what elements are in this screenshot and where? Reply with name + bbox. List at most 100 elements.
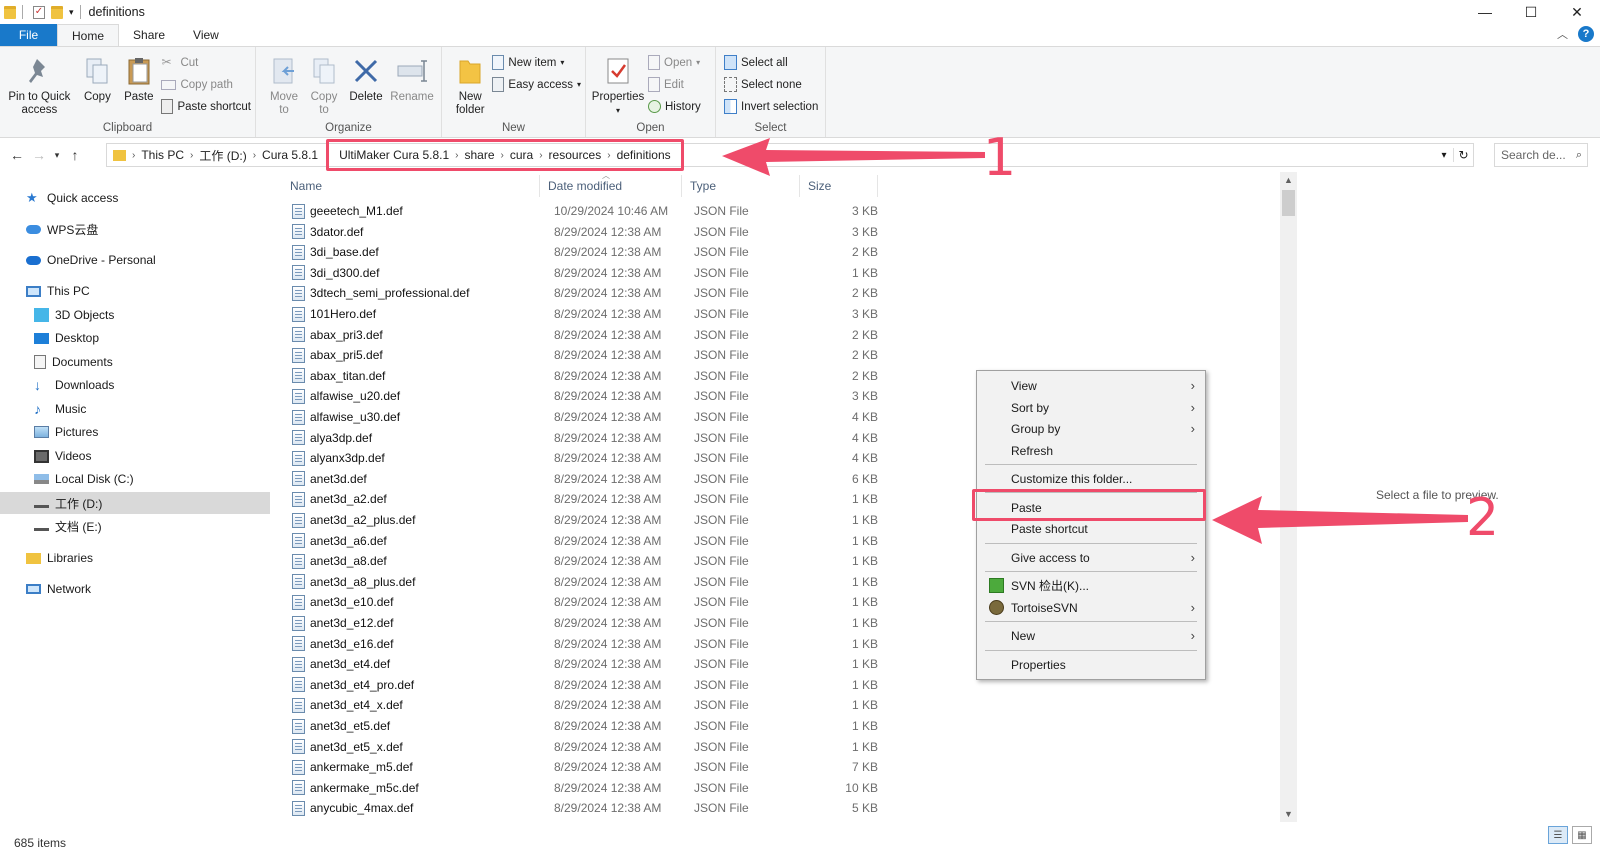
file-row[interactable]: anet3d.def 8/29/2024 12:38 AM JSON File 6 K…	[282, 469, 882, 489]
copy-path-button[interactable]: Copy path	[161, 75, 251, 94]
back-icon[interactable]: ←	[6, 147, 28, 163]
breadcrumb-resources[interactable]: resources	[545, 148, 606, 162]
up-icon[interactable]: ↑	[64, 147, 86, 163]
breadcrumb-ultimaker-cura[interactable]: UltiMaker Cura 5.8.1	[335, 148, 453, 162]
file-row[interactable]: anet3d_e16.def 8/29/2024 12:38 AM JSON Fil…	[282, 634, 882, 654]
sidebar-item-downloads[interactable]: ↓ Downloads	[34, 374, 114, 396]
sidebar-item-libraries[interactable]: Libraries	[26, 547, 93, 569]
sidebar-item-quick-access[interactable]: ★ Quick access	[26, 187, 118, 209]
file-row[interactable]: 3di_d300.def 8/29/2024 12:38 AM JSON File 1…	[282, 263, 882, 283]
sidebar-item-this-pc[interactable]: This PC	[26, 280, 90, 302]
new-folder-button[interactable]: New folder	[452, 51, 488, 119]
sidebar-item-videos[interactable]: Videos	[34, 445, 91, 467]
easy-access-button[interactable]: Easy access ▾	[492, 75, 581, 94]
breadcrumb-cura[interactable]: Cura 5.8.1	[258, 148, 322, 162]
cut-button[interactable]: ✂ Cut	[161, 53, 251, 72]
file-row[interactable]: geeetech_M1.def 10/29/2024 10:46 AM JSON F…	[282, 201, 882, 221]
file-row[interactable]: abax_titan.def 8/29/2024 12:38 AM JSON Fil…	[282, 366, 882, 386]
column-header-type[interactable]: Type	[682, 175, 800, 197]
menu-item-tortoisesvn[interactable]: TortoiseSVN ›	[979, 597, 1203, 618]
menu-item-sort-by[interactable]: Sort by ›	[979, 397, 1203, 418]
sidebar-item-onedrive[interactable]: OneDrive - Personal	[26, 249, 156, 271]
customize-quick-access-icon[interactable]: ▾	[69, 7, 74, 18]
sidebar-item-network[interactable]: Network	[26, 578, 91, 600]
file-row[interactable]: 3di_base.def 8/29/2024 12:38 AM JSON File 2…	[282, 242, 882, 262]
copy-to-button[interactable]: Copy to	[306, 51, 342, 119]
file-row[interactable]: anet3d_a2.def 8/29/2024 12:38 AM JSON File…	[282, 489, 882, 509]
file-row[interactable]: anet3d_e10.def 8/29/2024 12:38 AM JSON Fil…	[282, 592, 882, 612]
close-button[interactable]: ✕	[1554, 0, 1600, 24]
menu-item-new[interactable]: New ›	[979, 625, 1203, 646]
sidebar-item-local-disk-c[interactable]: Local Disk (C:)	[34, 468, 134, 490]
file-list-scrollbar[interactable]: ▲ ▼	[1280, 172, 1297, 822]
column-header-size[interactable]: Size	[800, 175, 878, 197]
sidebar-item-drive-d[interactable]: 工作 (D:)	[0, 492, 270, 514]
file-row[interactable]: anycubic_4max.def 8/29/2024 12:38 AM JSON …	[282, 798, 882, 818]
file-row[interactable]: alya3dp.def 8/29/2024 12:38 AM JSON File 4 …	[282, 428, 882, 448]
recent-locations-icon[interactable]: ▾	[50, 150, 64, 161]
copy-button[interactable]: Copy	[79, 51, 116, 106]
properties-quick-icon[interactable]: ✓	[33, 5, 45, 19]
file-row[interactable]: anet3d_et5_x.def 8/29/2024 12:38 AM JSON F…	[282, 737, 882, 757]
details-view-icon[interactable]: ☰	[1548, 826, 1568, 844]
large-icons-view-icon[interactable]: ▦	[1572, 826, 1592, 844]
sidebar-item-documents[interactable]: Documents	[34, 351, 113, 373]
sidebar-item-pictures[interactable]: Pictures	[34, 421, 98, 443]
history-button[interactable]: History	[648, 97, 701, 116]
collapse-ribbon-icon[interactable]: ︿	[1557, 26, 1568, 42]
forward-icon[interactable]: →	[28, 147, 50, 163]
menu-item-paste-shortcut[interactable]: Paste shortcut	[979, 518, 1203, 539]
sidebar-item-music[interactable]: ♪ Music	[34, 398, 86, 420]
scroll-down-icon[interactable]: ▼	[1280, 806, 1297, 822]
column-header-name[interactable]: Name	[282, 175, 540, 197]
paste-shortcut-button[interactable]: Paste shortcut	[161, 97, 251, 116]
search-input[interactable]: Search de... ⌕	[1494, 143, 1588, 167]
address-bar[interactable]: › This PC › 工作 (D:) › Cura 5.8.1 UltiMak…	[106, 139, 1474, 171]
tab-share[interactable]: Share	[119, 24, 179, 46]
menu-item-properties[interactable]: Properties	[979, 654, 1203, 675]
breadcrumb-definitions[interactable]: definitions	[613, 148, 675, 162]
breadcrumb-share[interactable]: share	[460, 148, 498, 162]
maximize-button[interactable]: ☐	[1508, 0, 1554, 24]
breadcrumb-this-pc[interactable]: This PC	[137, 148, 188, 162]
properties-button[interactable]: Properties ▾	[592, 51, 644, 119]
edit-button[interactable]: Edit	[648, 75, 701, 94]
select-all-button[interactable]: Select all	[724, 53, 818, 72]
menu-item-view[interactable]: View ›	[979, 375, 1203, 396]
new-folder-quick-icon[interactable]	[51, 5, 63, 19]
sidebar-item-desktop[interactable]: Desktop	[34, 327, 99, 349]
minimize-button[interactable]: —	[1462, 0, 1508, 24]
file-row[interactable]: anet3d_a8.def 8/29/2024 12:38 AM JSON File…	[282, 551, 882, 571]
sidebar-item-3d-objects[interactable]: 3D Objects	[34, 304, 114, 326]
sidebar-item-drive-e[interactable]: 文档 (E:)	[34, 515, 102, 537]
column-header-date[interactable]: Date modified	[540, 175, 682, 197]
new-item-button[interactable]: New item ▾	[492, 53, 581, 72]
file-row[interactable]: 101Hero.def 8/29/2024 12:38 AM JSON File 3 …	[282, 304, 882, 324]
paste-button[interactable]: Paste	[120, 51, 157, 106]
file-row[interactable]: abax_pri3.def 8/29/2024 12:38 AM JSON File…	[282, 325, 882, 345]
menu-item-refresh[interactable]: Refresh	[979, 440, 1203, 461]
menu-item-group-by[interactable]: Group by ›	[979, 418, 1203, 439]
breadcrumb-cura-folder[interactable]: cura	[506, 148, 537, 162]
file-row[interactable]: abax_pri5.def 8/29/2024 12:38 AM JSON File…	[282, 345, 882, 365]
file-row[interactable]: anet3d_et4.def 8/29/2024 12:38 AM JSON Fil…	[282, 654, 882, 674]
tab-home[interactable]: Home	[57, 24, 120, 46]
file-row[interactable]: anet3d_e12.def 8/29/2024 12:38 AM JSON Fil…	[282, 613, 882, 633]
delete-button[interactable]: Delete	[346, 51, 386, 106]
invert-selection-button[interactable]: Invert selection	[724, 97, 818, 116]
file-row[interactable]: alfawise_u20.def 8/29/2024 12:38 AM JSON F…	[282, 386, 882, 406]
file-row[interactable]: 3dtech_semi_professional.def 8/29/2024 12…	[282, 283, 882, 303]
file-row[interactable]: 3dator.def 8/29/2024 12:38 AM JSON File 3 K…	[282, 222, 882, 242]
file-row[interactable]: ankermake_m5.def 8/29/2024 12:38 AM JSON F…	[282, 757, 882, 777]
file-row[interactable]: anet3d_et4_x.def 8/29/2024 12:38 AM JSON F…	[282, 695, 882, 715]
menu-item-give-access[interactable]: Give access to ›	[979, 547, 1203, 568]
file-row[interactable]: alfawise_u30.def 8/29/2024 12:38 AM JSON F…	[282, 407, 882, 427]
scroll-up-icon[interactable]: ▲	[1280, 172, 1297, 188]
file-row[interactable]: ankermake_m5c.def 8/29/2024 12:38 AM JSON …	[282, 778, 882, 798]
file-row[interactable]: anet3d_a2_plus.def 8/29/2024 12:38 AM JSON…	[282, 510, 882, 530]
breadcrumb-drive-d[interactable]: 工作 (D:)	[195, 147, 250, 164]
menu-item-svn-checkout[interactable]: SVN 检出(K)...	[979, 575, 1203, 596]
sidebar-item-wps[interactable]: WPS云盘	[26, 218, 98, 240]
move-to-button[interactable]: Move to	[266, 51, 302, 119]
file-row[interactable]: anet3d_et4_pro.def 8/29/2024 12:38 AM JSON…	[282, 675, 882, 695]
